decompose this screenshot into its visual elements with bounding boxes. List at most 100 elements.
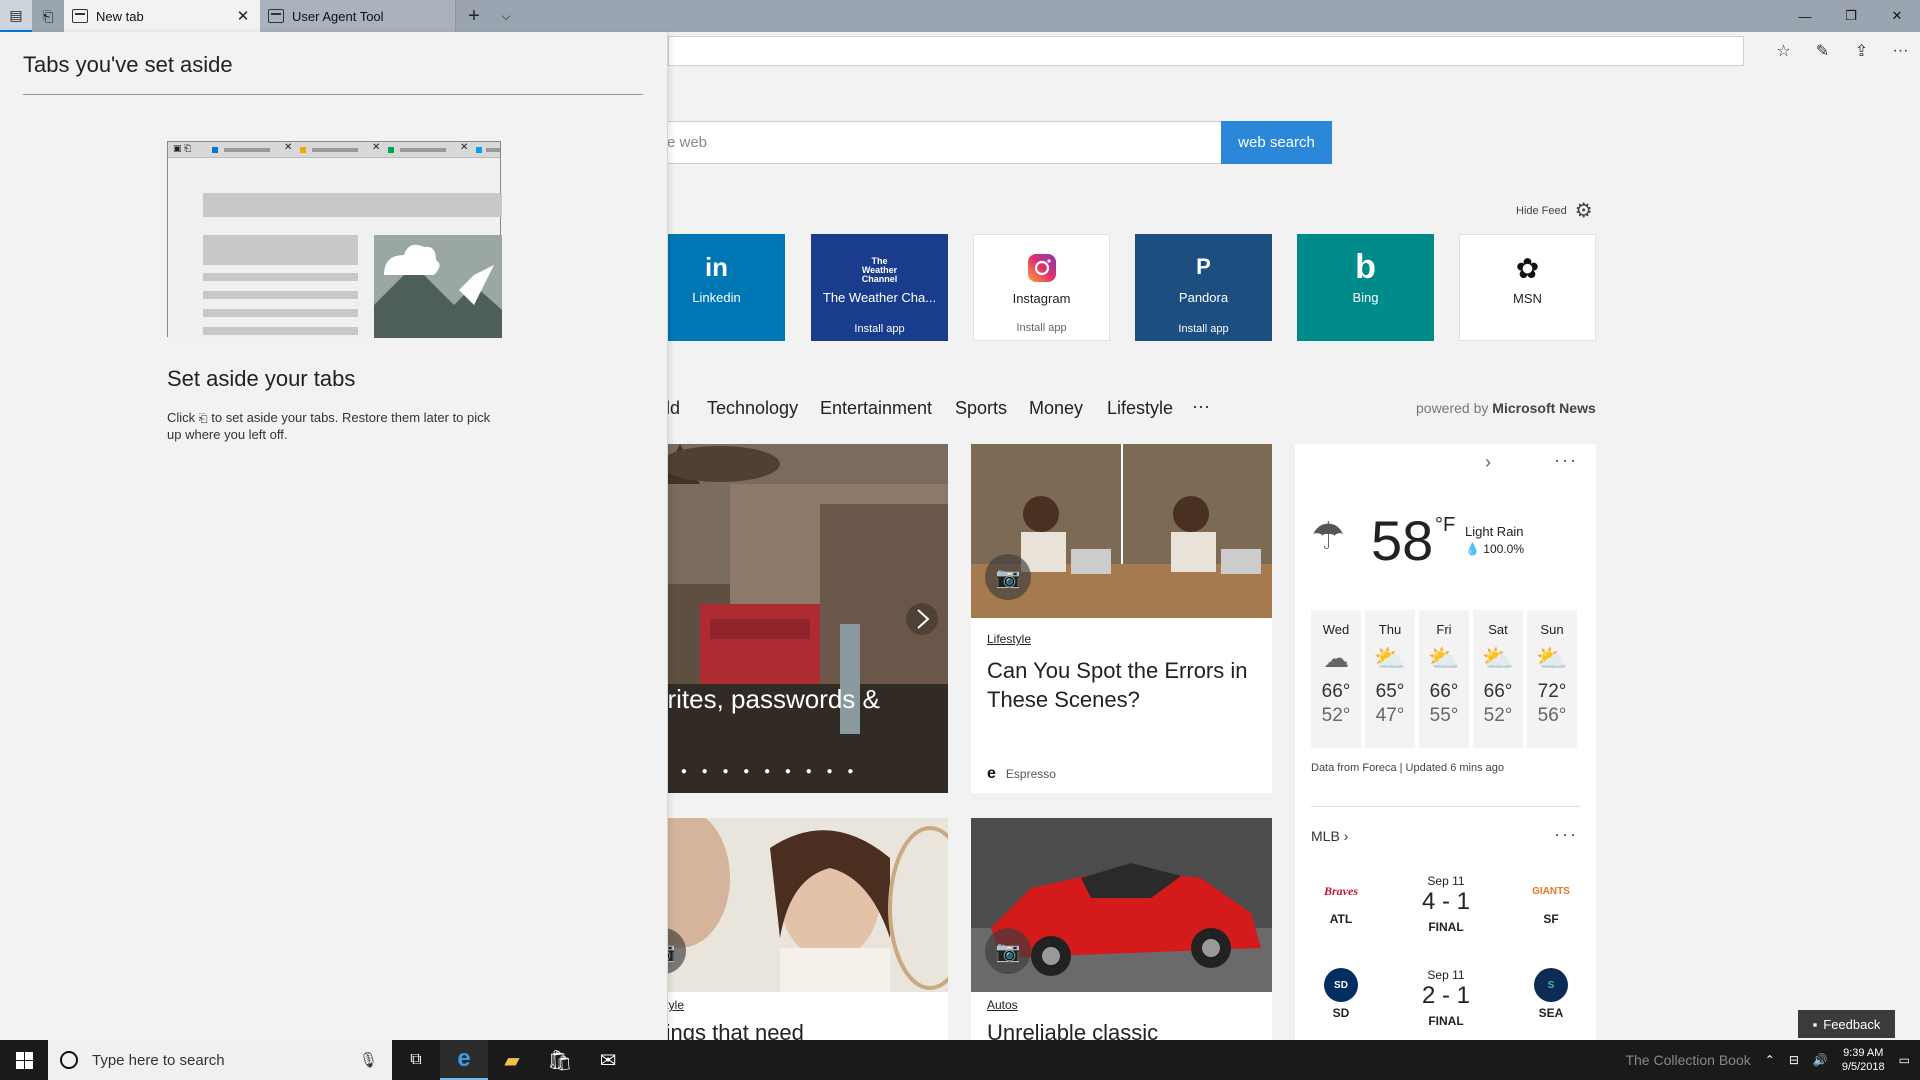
install-app-link[interactable]: Install app xyxy=(1178,323,1228,335)
set-aside-tabs-button[interactable]: ⎗ xyxy=(32,0,64,32)
card-category[interactable]: Lifestyle xyxy=(987,632,1031,646)
taskbar-store[interactable]: 🛍 xyxy=(536,1040,584,1080)
install-app-link[interactable]: Install app xyxy=(854,323,904,335)
restore-icon: ❐ xyxy=(1845,8,1857,23)
more-button[interactable]: ··· xyxy=(1881,36,1920,66)
action-center-icon[interactable]: ▭ xyxy=(1899,1053,1910,1067)
news-card-lifestyle-2[interactable]: 📷 Lifestyle Things that need xyxy=(640,818,948,1040)
share-button[interactable]: ⇪ xyxy=(1842,36,1881,66)
temperature-unit[interactable]: °F xyxy=(1435,514,1455,537)
restore-button[interactable]: ❐ xyxy=(1828,0,1874,32)
tab-new-tab[interactable]: New tab ✕ xyxy=(64,0,260,32)
task-view-button[interactable]: ⧉ xyxy=(392,1040,440,1080)
category-money[interactable]: Money xyxy=(1029,398,1083,419)
chevron-down-icon: ⌵ xyxy=(501,8,511,23)
linkedin-logo-icon: in xyxy=(704,251,729,282)
team-home: SD SD xyxy=(1311,968,1371,1020)
web-note-button[interactable]: ✎ xyxy=(1803,36,1842,66)
taskbar: Type here to search 🎙 ⧉ e ▰ 🛍 ✉ The Coll… xyxy=(0,1040,1920,1080)
tile-bing[interactable]: b Bing xyxy=(1297,234,1434,341)
partly-sunny-icon: ⛅ xyxy=(1373,643,1407,673)
forecast-day[interactable]: Wed ☁ 66° 52° xyxy=(1311,610,1361,748)
game-score: 2 - 1 xyxy=(1421,982,1471,1009)
feedback-label: Feedback xyxy=(1823,1016,1881,1032)
watermark: The Collection Book xyxy=(1625,1052,1751,1068)
taskbar-search-box[interactable]: Type here to search 🎙 xyxy=(48,1040,392,1080)
mlb-header[interactable]: MLB › xyxy=(1311,828,1348,844)
close-window-button[interactable]: ✕ xyxy=(1874,0,1920,32)
card-title[interactable]: Unreliable classic xyxy=(987,1018,1256,1040)
tab-preview-button[interactable]: ⌵ xyxy=(492,0,520,32)
taskbar-mail[interactable]: ✉ xyxy=(584,1040,632,1080)
tabs-aside-button[interactable]: ▤ xyxy=(0,0,32,32)
card-title[interactable]: Can You Spot the Errors in These Scenes? xyxy=(987,656,1256,714)
network-icon[interactable]: ⊟ xyxy=(1789,1053,1799,1067)
mlb-game[interactable]: SD SD Sep 11 2 - 1 FINAL S SEA xyxy=(1311,968,1581,1038)
microphone-icon[interactable]: 🎙 xyxy=(359,1051,378,1069)
carousel-dots[interactable]: ● ● ● ● ● ● ● ● ● ● xyxy=(660,766,859,777)
tile-linkedin[interactable]: in Linkedin xyxy=(648,234,785,341)
start-button[interactable] xyxy=(0,1040,48,1080)
new-tab-button[interactable]: + xyxy=(456,0,492,32)
tile-name: Pandora xyxy=(1178,290,1229,305)
taskbar-edge[interactable]: e xyxy=(440,1040,488,1080)
divider xyxy=(23,94,643,95)
tile-weather-channel[interactable]: The Weather Channel The Weather Cha... Ins… xyxy=(811,234,948,341)
hide-feed-control[interactable]: Hide Feed ⚙ xyxy=(1516,198,1593,223)
web-search-button[interactable]: web search xyxy=(1221,121,1332,164)
category-technology[interactable]: Technology xyxy=(707,398,798,419)
forecast-day-name: Thu xyxy=(1378,622,1402,637)
category-world[interactable]: ld xyxy=(666,398,680,419)
plus-icon: + xyxy=(468,4,480,27)
tile-name: Linkedin xyxy=(692,290,741,305)
weather-card[interactable]: › ··· ☂ 58 °F Light Rain 💧 100.0% Wed ☁ … xyxy=(1295,444,1596,1040)
category-entertainment[interactable]: Entertainment xyxy=(820,398,932,419)
news-card-lifestyle[interactable]: 📷 Lifestyle Can You Spot the Errors in T… xyxy=(971,444,1272,793)
more-options-icon[interactable]: ··· xyxy=(1554,450,1578,471)
tile-instagram[interactable]: Instagram Install app xyxy=(973,234,1110,341)
forecast-day[interactable]: Fri ⛅ 66° 55° xyxy=(1419,610,1469,748)
panel-title: Tabs you've set aside xyxy=(23,52,233,77)
landscape-image-icon xyxy=(374,235,502,338)
tab-label: User Agent Tool xyxy=(292,8,384,24)
gear-icon[interactable]: ⚙ xyxy=(1575,198,1593,223)
feedback-button[interactable]: ▪ Feedback xyxy=(1798,1010,1895,1038)
tile-pandora[interactable]: P Pandora Install app xyxy=(1135,234,1272,341)
mlb-game[interactable]: Braves ATL Sep 11 4 - 1 FINAL GIANTS SF xyxy=(1311,874,1581,944)
favorites-button[interactable]: ☆ xyxy=(1764,36,1803,66)
hero-carousel-card[interactable]: vorites, passwords & s ● ● ● ● ● ● ● ● ●… xyxy=(640,444,948,793)
category-lifestyle[interactable]: Lifestyle xyxy=(1107,398,1173,419)
camera-icon: 📷 xyxy=(985,554,1031,600)
card-category[interactable]: Autos xyxy=(987,998,1018,1012)
close-icon[interactable]: ✕ xyxy=(234,7,252,25)
install-app-link[interactable]: Install app xyxy=(1016,322,1066,334)
show-hidden-icons-icon[interactable]: ⌃ xyxy=(1765,1053,1775,1067)
chevron-right-icon[interactable]: › xyxy=(1485,452,1491,473)
divider xyxy=(1311,806,1580,807)
clock[interactable]: 9:39 AM 9/5/2018 xyxy=(1842,1046,1885,1074)
more-options-icon[interactable]: ··· xyxy=(1554,824,1578,845)
tile-msn[interactable]: ✿ MSN xyxy=(1459,234,1596,341)
search-placeholder: e web xyxy=(667,134,708,151)
card-title[interactable]: Things that need xyxy=(640,1018,932,1040)
raindrop-icon: 💧 xyxy=(1465,542,1480,556)
address-input[interactable] xyxy=(668,36,1744,66)
forecast-day-name: Sat xyxy=(1488,622,1508,637)
task-view-icon: ⧉ xyxy=(410,1051,422,1068)
set-aside-illustration: ▣ ⎗ ✕ ✕ ✕ xyxy=(167,141,502,338)
more-categories-icon[interactable]: ··· xyxy=(1192,396,1210,417)
forecast-low: 55° xyxy=(1429,705,1459,726)
forecast-day[interactable]: Sun ⛅ 72° 56° xyxy=(1527,610,1577,748)
news-card-autos[interactable]: 📷 Autos Unreliable classic xyxy=(971,818,1272,1040)
minimize-button[interactable]: — xyxy=(1782,0,1828,32)
category-sports[interactable]: Sports xyxy=(955,398,1007,419)
clock-time: 9:39 AM xyxy=(1843,1047,1884,1059)
volume-icon[interactable]: 🔊 xyxy=(1813,1053,1828,1067)
giants-logo-icon: GIANTS xyxy=(1532,885,1570,897)
tile-name: Instagram xyxy=(1012,291,1071,306)
instagram-logo-icon xyxy=(1027,251,1057,285)
forecast-day[interactable]: Thu ⛅ 65° 47° xyxy=(1365,610,1415,748)
tab-user-agent-tool[interactable]: User Agent Tool xyxy=(260,0,456,32)
taskbar-file-explorer[interactable]: ▰ xyxy=(488,1040,536,1080)
forecast-day[interactable]: Sat ⛅ 66° 52° xyxy=(1473,610,1523,748)
